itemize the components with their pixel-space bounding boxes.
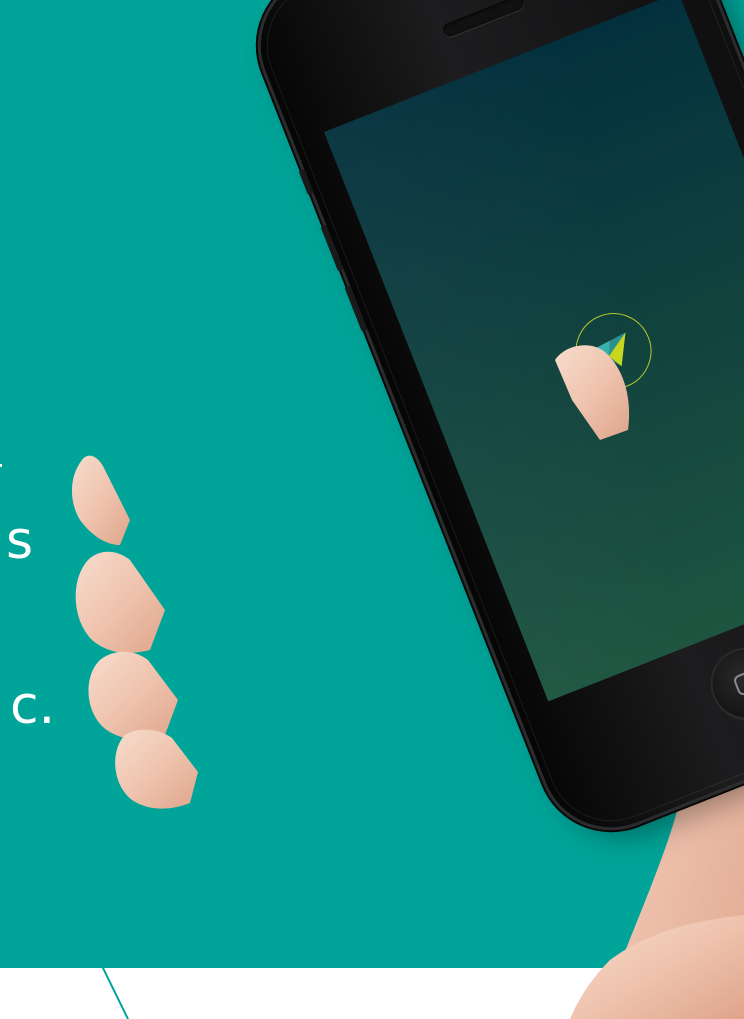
phone-scene — [0, 0, 744, 1019]
hand-front-image — [71, 345, 744, 1019]
